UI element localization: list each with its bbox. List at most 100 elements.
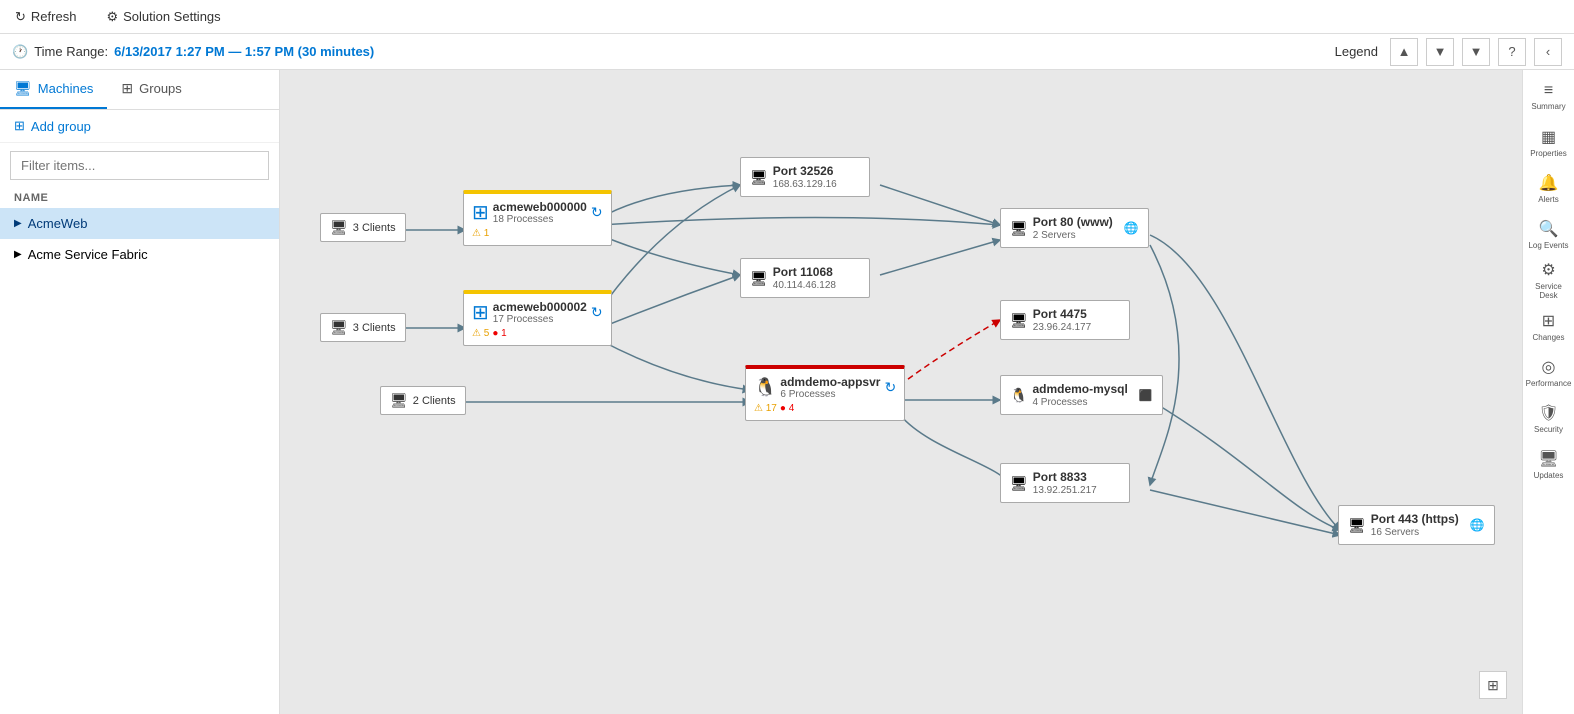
node-port-443[interactable]: 🖥 Port 443 (https) 16 Servers 🌐: [1338, 505, 1495, 545]
port-icon-4475: 🖥: [1010, 312, 1028, 329]
error-badge-3: ● 4: [780, 403, 794, 414]
filter-button[interactable]: ▼: [1462, 38, 1490, 66]
refresh-icon: ↻: [15, 9, 26, 25]
acmeweb-label: AcmeWeb: [28, 216, 88, 231]
list-header: NAME: [0, 188, 279, 208]
alerts-label: Alerts: [1538, 195, 1558, 204]
warning-badge-3: ⚠ 17: [754, 403, 777, 414]
windows-logo-icon: ⊞: [472, 200, 489, 225]
solution-settings-button[interactable]: ⚙ Solution Settings: [101, 7, 225, 27]
port-8833-sub: 13.92.251.217: [1033, 485, 1097, 496]
filter-input[interactable]: [10, 151, 269, 180]
close-panel-button[interactable]: ‹: [1534, 38, 1562, 66]
tab-groups[interactable]: ⊞ Groups: [107, 70, 195, 109]
expand-up-button[interactable]: ▲: [1390, 38, 1418, 66]
log-events-label: Log Events: [1528, 241, 1568, 250]
map-area: 🖥 3 Clients 🖥 3 Clients 🖥 2 Clients ⊞ ac…: [280, 70, 1522, 714]
performance-button[interactable]: ◎ Performance: [1527, 350, 1571, 394]
sidebar-item-acme-service-fabric[interactable]: ▶ Acme Service Fabric: [0, 239, 279, 270]
log-events-icon: 🔍: [1539, 219, 1559, 239]
clients-icon-2: 🖥: [330, 319, 348, 336]
service-desk-icon: ⚙: [1541, 260, 1555, 280]
properties-button[interactable]: ▦ Properties: [1527, 120, 1571, 164]
expand-down-button[interactable]: ▼: [1426, 38, 1454, 66]
client-node-3[interactable]: 🖥 2 Clients: [380, 386, 466, 415]
port-4475-sub: 23.96.24.177: [1033, 322, 1091, 333]
legend-label: Legend: [1335, 44, 1378, 59]
chevron-down-icon: ▶: [14, 218, 22, 229]
clients-3-label: 2 Clients: [413, 395, 456, 407]
properties-label: Properties: [1530, 149, 1566, 158]
external-icon-80: 🌐: [1124, 221, 1139, 235]
port-443-sub: 16 Servers: [1371, 527, 1459, 538]
groups-tab-label: Groups: [139, 81, 182, 96]
admdemo-appsvr-processes: 6 Processes: [780, 389, 880, 400]
port-32526-title: Port 32526: [773, 164, 837, 178]
port-icon-80: 🖥: [1010, 220, 1028, 237]
summary-button[interactable]: ≡ Summary: [1527, 74, 1571, 118]
acmeweb000000-title: acmeweb000000: [493, 200, 587, 214]
client-node-2[interactable]: 🖥 3 Clients: [320, 313, 406, 342]
sync-icon-2: ↻: [591, 304, 603, 321]
sidebar-item-acmeweb[interactable]: ▶ AcmeWeb: [0, 208, 279, 239]
log-events-button[interactable]: 🔍 Log Events: [1527, 212, 1571, 256]
tab-machines[interactable]: 🖥 Machines: [0, 70, 107, 109]
warning-badge-2: ⚠ 5: [472, 328, 489, 339]
clock-icon: 🕐: [12, 44, 28, 60]
port-80-title: Port 80 (www): [1033, 215, 1113, 229]
help-button[interactable]: ?: [1498, 38, 1526, 66]
right-panel: ≡ Summary ▦ Properties 🔔 Alerts 🔍 Log Ev…: [1522, 70, 1574, 714]
client-node-1[interactable]: 🖥 3 Clients: [320, 213, 406, 242]
map-fit-button[interactable]: ⊞: [1479, 671, 1507, 699]
add-group-icon: ⊞: [14, 118, 25, 134]
clients-icon-1: 🖥: [330, 219, 348, 236]
add-group-label: Add group: [31, 119, 91, 134]
left-sidebar: 🖥 Machines ⊞ Groups ⊞ Add group NAME ▶ A…: [0, 70, 280, 714]
clients-icon-3: 🖥: [390, 392, 408, 409]
node-port-32526[interactable]: 🖥 Port 32526 168.63.129.16: [740, 157, 870, 197]
node-acmeweb000000[interactable]: ⊞ acmeweb000000 18 Processes ↻ ⚠ 1: [463, 190, 612, 246]
sync-icon-3: ↻: [884, 379, 896, 396]
external-icon-443: 🌐: [1470, 518, 1485, 532]
alerts-icon: 🔔: [1539, 173, 1559, 193]
performance-icon: ◎: [1542, 357, 1556, 377]
updates-label: Updates: [1534, 471, 1564, 480]
node-port-80[interactable]: 🖥 Port 80 (www) 2 Servers 🌐: [1000, 208, 1149, 248]
node-acmeweb000002[interactable]: ⊞ acmeweb000002 17 Processes ↻ ⚠ 5 ● 1: [463, 290, 612, 346]
performance-label: Performance: [1526, 379, 1572, 388]
clients-2-label: 3 Clients: [353, 322, 396, 334]
updates-button[interactable]: 🖥 Updates: [1527, 442, 1571, 486]
service-desk-label: Service Desk: [1527, 282, 1571, 300]
time-bar: 🕐 Time Range: 6/13/2017 1:27 PM — 1:57 P…: [0, 34, 1574, 70]
port-icon-443: 🖥: [1348, 517, 1366, 534]
linux-logo-icon: 🐧: [754, 377, 776, 398]
node-port-11068[interactable]: 🖥 Port 11068 40.114.46.128: [740, 258, 870, 298]
properties-icon: ▦: [1541, 127, 1556, 147]
node-port-4475[interactable]: 🖥 Port 4475 23.96.24.177: [1000, 300, 1130, 340]
node-admdemo-mysql[interactable]: 🐧 admdemo-mysql 4 Processes ⬛: [1000, 375, 1163, 415]
refresh-button[interactable]: ↻ Refresh: [10, 7, 81, 27]
chevron-right-icon: ▶: [14, 249, 22, 260]
security-button[interactable]: 🛡 Security: [1527, 396, 1571, 440]
summary-icon: ≡: [1544, 82, 1553, 100]
security-label: Security: [1534, 425, 1563, 434]
port-11068-title: Port 11068: [773, 265, 836, 279]
add-group-button[interactable]: ⊞ Add group: [0, 110, 279, 143]
admdemo-mysql-title: admdemo-mysql: [1032, 382, 1127, 396]
time-range-value: 6/13/2017 1:27 PM — 1:57 PM (30 minutes): [114, 44, 374, 59]
tabs-row: 🖥 Machines ⊞ Groups: [0, 70, 279, 110]
changes-button[interactable]: ⊞ Changes: [1527, 304, 1571, 348]
updates-icon: 🖥: [1538, 449, 1558, 469]
windows-logo-icon-2: ⊞: [472, 300, 489, 325]
alerts-button[interactable]: 🔔 Alerts: [1527, 166, 1571, 210]
node-port-8833[interactable]: 🖥 Port 8833 13.92.251.217: [1000, 463, 1130, 503]
node-admdemo-appsvr[interactable]: 🐧 admdemo-appsvr 6 Processes ↻ ⚠ 17 ● 4: [745, 365, 905, 421]
service-desk-button[interactable]: ⚙ Service Desk: [1527, 258, 1571, 302]
security-icon: 🛡: [1538, 403, 1558, 423]
toolbar: ↻ Refresh ⚙ Solution Settings: [0, 0, 1574, 34]
changes-icon: ⊞: [1542, 311, 1555, 331]
warning-badge-1: ⚠ 1: [472, 228, 489, 239]
refresh-label: Refresh: [31, 9, 77, 24]
time-range-label: Time Range:: [34, 44, 108, 59]
port-443-title: Port 443 (https): [1371, 512, 1459, 526]
